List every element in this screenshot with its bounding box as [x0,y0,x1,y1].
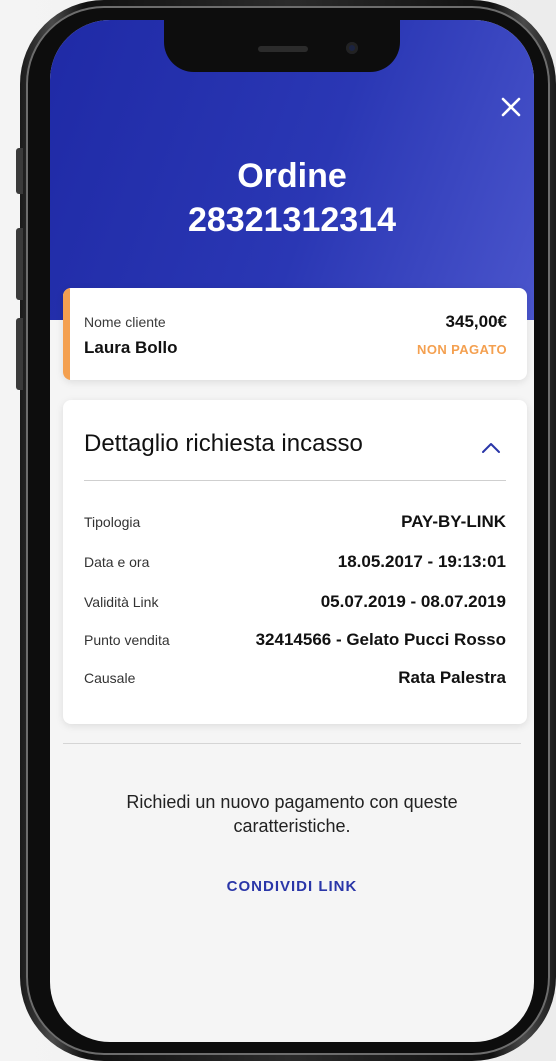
detail-row-reason: Causale Rata Palestra [84,668,506,690]
detail-row-store: Punto vendita 32414566 - Gelato Pucci Ro… [84,630,506,652]
phone-notch [164,20,400,72]
detail-row-validity: Validità Link 05.07.2019 - 08.07.2019 [84,592,506,614]
customer-name: Laura Bollo [84,338,178,357]
volume-up-button [16,228,23,300]
order-amount: 345,00€ [445,312,507,331]
app-screen: Ordine 28321312314 Nome cliente Laura Bo… [50,20,534,1042]
detail-row-type: Tipologia PAY-BY-LINK [84,512,506,534]
status-accent-bar [63,288,70,380]
order-number: 28321312314 [187,201,396,239]
detail-row-label: Validità Link [84,594,159,610]
detail-row-label: Tipologia [84,514,141,530]
detail-row-value: 18.05.2017 - 19:13:01 [337,552,506,571]
speaker-grille [258,46,308,52]
detail-row-label: Causale [84,670,136,686]
new-payment-message: Richiedi un nuovo pagamento con queste c… [126,792,458,836]
detail-row-label: Data e ora [84,554,150,570]
volume-down-button [16,318,23,390]
customer-name-label: Nome cliente [84,314,166,330]
status-badge: NON PAGATO [417,342,507,357]
detail-card: Dettaglio richiesta incasso Tipologia PA… [63,400,527,724]
order-label: Ordine [237,157,347,195]
detail-divider [84,480,506,481]
detail-title: Dettaglio richiesta incasso [84,430,363,457]
chevron-up-icon[interactable] [481,438,501,458]
mute-switch [16,148,23,194]
share-link-button[interactable]: CONDIVIDI LINK [50,878,534,895]
page-title: Ordine 28321312314 [50,154,534,242]
detail-row-value: PAY-BY-LINK [401,512,506,531]
section-divider [63,743,521,744]
front-camera [346,42,358,54]
detail-row-value: 05.07.2019 - 08.07.2019 [320,592,506,611]
detail-row-datetime: Data e ora 18.05.2017 - 19:13:01 [84,552,506,574]
detail-row-value: 32414566 - Gelato Pucci Rosso [255,630,506,649]
customer-card: Nome cliente Laura Bollo 345,00€ NON PAG… [63,288,527,380]
close-icon[interactable] [496,92,526,122]
detail-row-value: Rata Palestra [398,668,506,687]
detail-row-label: Punto vendita [84,632,170,648]
